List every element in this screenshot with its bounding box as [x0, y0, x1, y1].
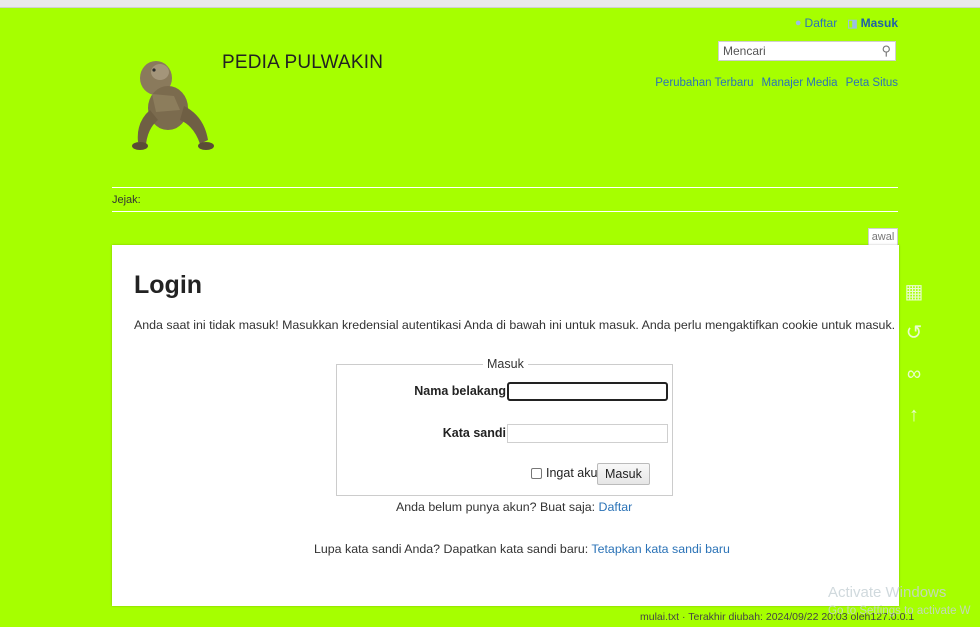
search-box: ⚲ [718, 41, 896, 61]
login-fieldset: Masuk Nama belakang Kata sandi Ingat aku… [336, 357, 674, 496]
backlinks-icon[interactable]: ∞ [900, 360, 928, 388]
site-tools: Perubahan Terbaru Manajer Media Peta Sit… [655, 77, 898, 89]
login-intro-text: Anda saat ini tidak masuk! Masukkan kred… [134, 318, 896, 332]
site-logo[interactable] [126, 50, 226, 156]
login-legend: Masuk [483, 357, 528, 371]
history-icon[interactable]: ↺ [900, 319, 928, 347]
reset-password-link[interactable]: Tetapkan kata sandi baru [591, 542, 729, 556]
site-tool-media-manager[interactable]: Manajer Media [762, 77, 838, 89]
breadcrumb: Jejak: [112, 194, 141, 206]
site-tool-recent-changes[interactable]: Perubahan Terbaru [655, 77, 753, 89]
top-strip [0, 0, 980, 8]
register-link-label: Daftar [804, 16, 838, 30]
tab-awal[interactable]: awal [868, 228, 898, 245]
username-label: Nama belakang [414, 384, 506, 398]
page-tools: ▦ ↺ ∞ ↑ [900, 278, 928, 442]
page-title: Login [134, 271, 203, 299]
breadcrumb-divider [112, 211, 898, 212]
password-field[interactable] [507, 424, 668, 443]
watermark-line-1: Activate Windows [828, 584, 947, 601]
site-title[interactable]: PEDIA PULWAKIN [222, 52, 383, 74]
register-link[interactable]: ● Daftar [795, 16, 837, 30]
arrow-up-icon[interactable]: ↑ [900, 401, 928, 429]
login-link[interactable]: ◨ Masuk [847, 16, 898, 30]
lizard-logo-icon [132, 61, 214, 150]
search-icon[interactable]: ⚲ [881, 43, 891, 59]
site-tool-sitemap[interactable]: Peta Situs [846, 77, 898, 89]
remember-checkbox[interactable] [531, 467, 542, 479]
page-content: Login Anda saat ini tidak masuk! Masukka… [112, 245, 899, 606]
user-tools: ● Daftar ◨ Masuk [795, 16, 898, 30]
register-hint-text: Anda belum punya akun? Buat saja: [396, 500, 599, 514]
login-link-label: Masuk [860, 16, 898, 30]
watermark-line-2: Go to Settings to activate W [828, 605, 971, 617]
login-submit-button[interactable]: Masuk [597, 463, 650, 485]
search-input[interactable] [719, 44, 877, 58]
register-hint-link[interactable]: Daftar [599, 500, 633, 514]
forgot-password-hint: Lupa kata sandi Anda? Dapatkan kata sand… [314, 542, 730, 556]
header-divider [112, 187, 898, 188]
password-label: Kata sandi [442, 426, 506, 440]
username-row: Nama belakang [337, 382, 674, 402]
register-hint: Anda belum punya akun? Buat saja: Daftar [396, 500, 632, 514]
login-icon: ◨ [847, 17, 858, 30]
windows-activation-watermark: Activate Windows Go to Settings to activ… [828, 584, 971, 617]
password-row: Kata sandi [337, 424, 674, 444]
document-icon[interactable]: ▦ [900, 278, 928, 306]
remember-me[interactable]: Ingat aku [531, 466, 597, 480]
remember-label: Ingat aku [546, 466, 598, 480]
username-field[interactable] [507, 382, 668, 401]
user-add-icon: ● [794, 17, 802, 29]
forgot-password-text: Lupa kata sandi Anda? Dapatkan kata sand… [314, 542, 592, 556]
